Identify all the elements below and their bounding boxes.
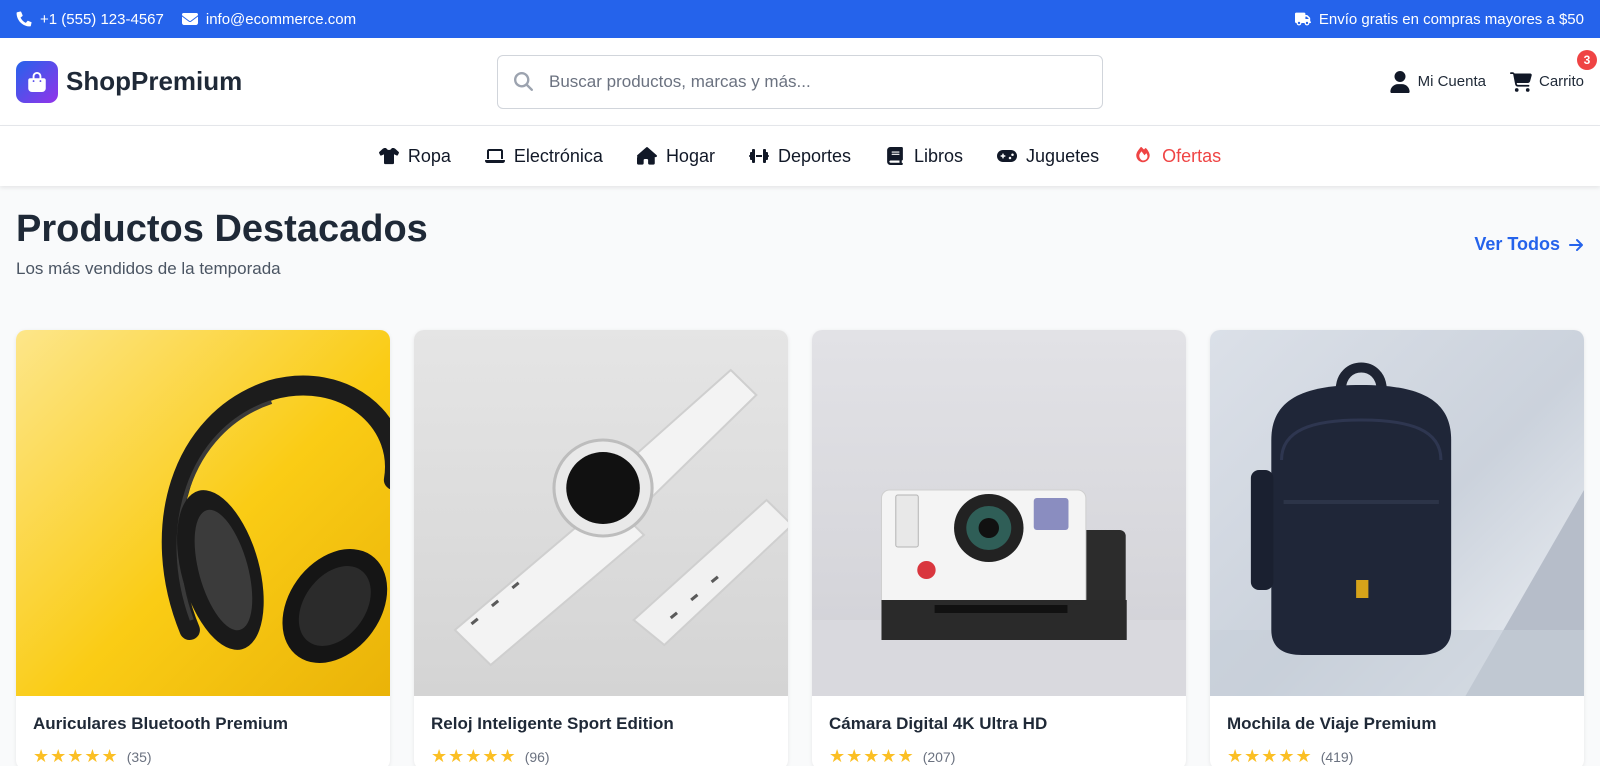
phone-contact[interactable]: +1 (555) 123-4567 (16, 11, 164, 28)
user-icon (1389, 70, 1410, 93)
account-label: Mi Cuenta (1417, 73, 1486, 90)
search-bar[interactable] (497, 54, 1103, 109)
review-count: (35) (126, 748, 152, 765)
section-title: Productos Destacados (16, 208, 428, 250)
shopping-bag-logo-icon (16, 60, 58, 103)
phone-text: +1 (555) 123-4567 (40, 10, 164, 28)
nav-item-ropa[interactable]: Ropa (378, 145, 451, 167)
product-image-headphones[interactable] (16, 330, 390, 696)
product-image-backpack[interactable] (1210, 330, 1584, 696)
laptop-icon (484, 149, 505, 163)
camera-image (812, 489, 1186, 696)
nav-item-hogar[interactable]: Hogar (636, 145, 715, 167)
headphones-image (161, 375, 390, 663)
arrow-right-icon (1569, 238, 1583, 251)
tshirt-icon (378, 148, 399, 165)
product-card[interactable]: Mochila de Viaje Premium ★★★★★ (419) (1210, 330, 1584, 766)
product-card[interactable]: Auriculares Bluetooth Premium ★★★★★ (35) (16, 330, 390, 766)
nav-item-electronica[interactable]: Electrónica (484, 145, 603, 167)
dumbbell-icon (748, 149, 769, 163)
cart-count-badge: 3 (1577, 49, 1597, 70)
search-icon (514, 72, 533, 91)
star-rating-icons: ★★★★★ (431, 746, 517, 766)
nav-item-deportes[interactable]: Deportes (748, 145, 852, 167)
nav-label: Ropa (407, 145, 451, 166)
review-count: (96) (524, 748, 550, 765)
product-card[interactable]: Cámara Digital 4K Ultra HD ★★★★★ (207) (812, 330, 1186, 766)
section-header: Productos Destacados Los más vendidos de… (16, 206, 1584, 330)
shipping-text: Envío gratis en compras mayores a $50 (1318, 10, 1584, 28)
nav-label: Libros (914, 145, 964, 166)
category-nav: Ropa Electrónica Hogar Deportes Libros J… (0, 126, 1600, 186)
product-name: Auriculares Bluetooth Premium (33, 714, 289, 733)
nav-label: Juguetes (1026, 145, 1100, 166)
product-rating: ★★★★★ (419) (1227, 746, 1567, 766)
nav-label: Ofertas (1162, 145, 1222, 166)
featured-products-section: Productos Destacados Los más vendidos de… (0, 186, 1600, 766)
nav-label: Deportes (777, 145, 852, 166)
product-rating: ★★★★★ (96) (431, 746, 771, 766)
book-icon (887, 147, 903, 165)
nav-label: Hogar (665, 145, 715, 166)
cart-button[interactable]: Carrito 3 (1509, 49, 1597, 93)
star-rating-icons: ★★★★★ (829, 746, 915, 766)
view-all-link[interactable]: Ver Todos (1474, 234, 1584, 255)
product-image-smartwatch[interactable] (414, 330, 788, 696)
nav-label: Electrónica (513, 145, 603, 166)
phone-icon (16, 11, 32, 27)
email-contact[interactable]: info@ecommerce.com (181, 10, 357, 28)
account-button[interactable]: Mi Cuenta (1389, 70, 1486, 93)
product-name: Cámara Digital 4K Ultra HD (829, 714, 1048, 733)
cart-label: Carrito (1538, 73, 1584, 90)
product-card[interactable]: Reloj Inteligente Sport Edition ★★★★★ (9… (414, 330, 788, 766)
review-count: (207) (922, 748, 956, 765)
product-name: Mochila de Viaje Premium (1227, 714, 1437, 733)
brand-name: ShopPremium (66, 66, 243, 96)
section-subtitle: Los más vendidos de la temporada (16, 259, 281, 278)
cart-icon (1509, 71, 1532, 92)
product-image-camera[interactable] (812, 330, 1186, 696)
nav-item-juguetes[interactable]: Juguetes (997, 146, 1099, 167)
review-count: (419) (1320, 748, 1354, 765)
gamepad-icon (997, 150, 1018, 162)
product-rating: ★★★★★ (207) (829, 746, 1169, 766)
fire-icon (1136, 147, 1150, 163)
star-rating-icons: ★★★★★ (33, 746, 119, 766)
email-text: info@ecommerce.com (205, 10, 357, 28)
view-all-label: Ver Todos (1474, 234, 1560, 254)
product-rating: ★★★★★ (35) (33, 746, 373, 766)
home-icon (636, 147, 657, 165)
truck-icon (1294, 12, 1311, 26)
brand[interactable]: ShopPremium (16, 60, 486, 103)
shipping-promo: Envío gratis en compras mayores a $50 (1294, 10, 1584, 28)
nav-item-ofertas[interactable]: Ofertas (1133, 146, 1221, 167)
nav-item-libros[interactable]: Libros (885, 146, 963, 167)
header-actions: Mi Cuenta Carrito 3 (1114, 49, 1597, 93)
site-header: ShopPremium Mi Cuenta Carrito 3 (0, 38, 1600, 126)
smartwatch-image (453, 368, 788, 667)
backpack-image (1210, 362, 1584, 696)
product-grid: Auriculares Bluetooth Premium ★★★★★ (35) (16, 330, 1584, 766)
star-rating-icons: ★★★★★ (1227, 746, 1313, 766)
search-input[interactable] (549, 71, 1086, 92)
envelope-icon (181, 13, 198, 25)
product-name: Reloj Inteligente Sport Edition (431, 714, 674, 733)
top-bar: +1 (555) 123-4567 info@ecommerce.com Env… (0, 0, 1600, 38)
